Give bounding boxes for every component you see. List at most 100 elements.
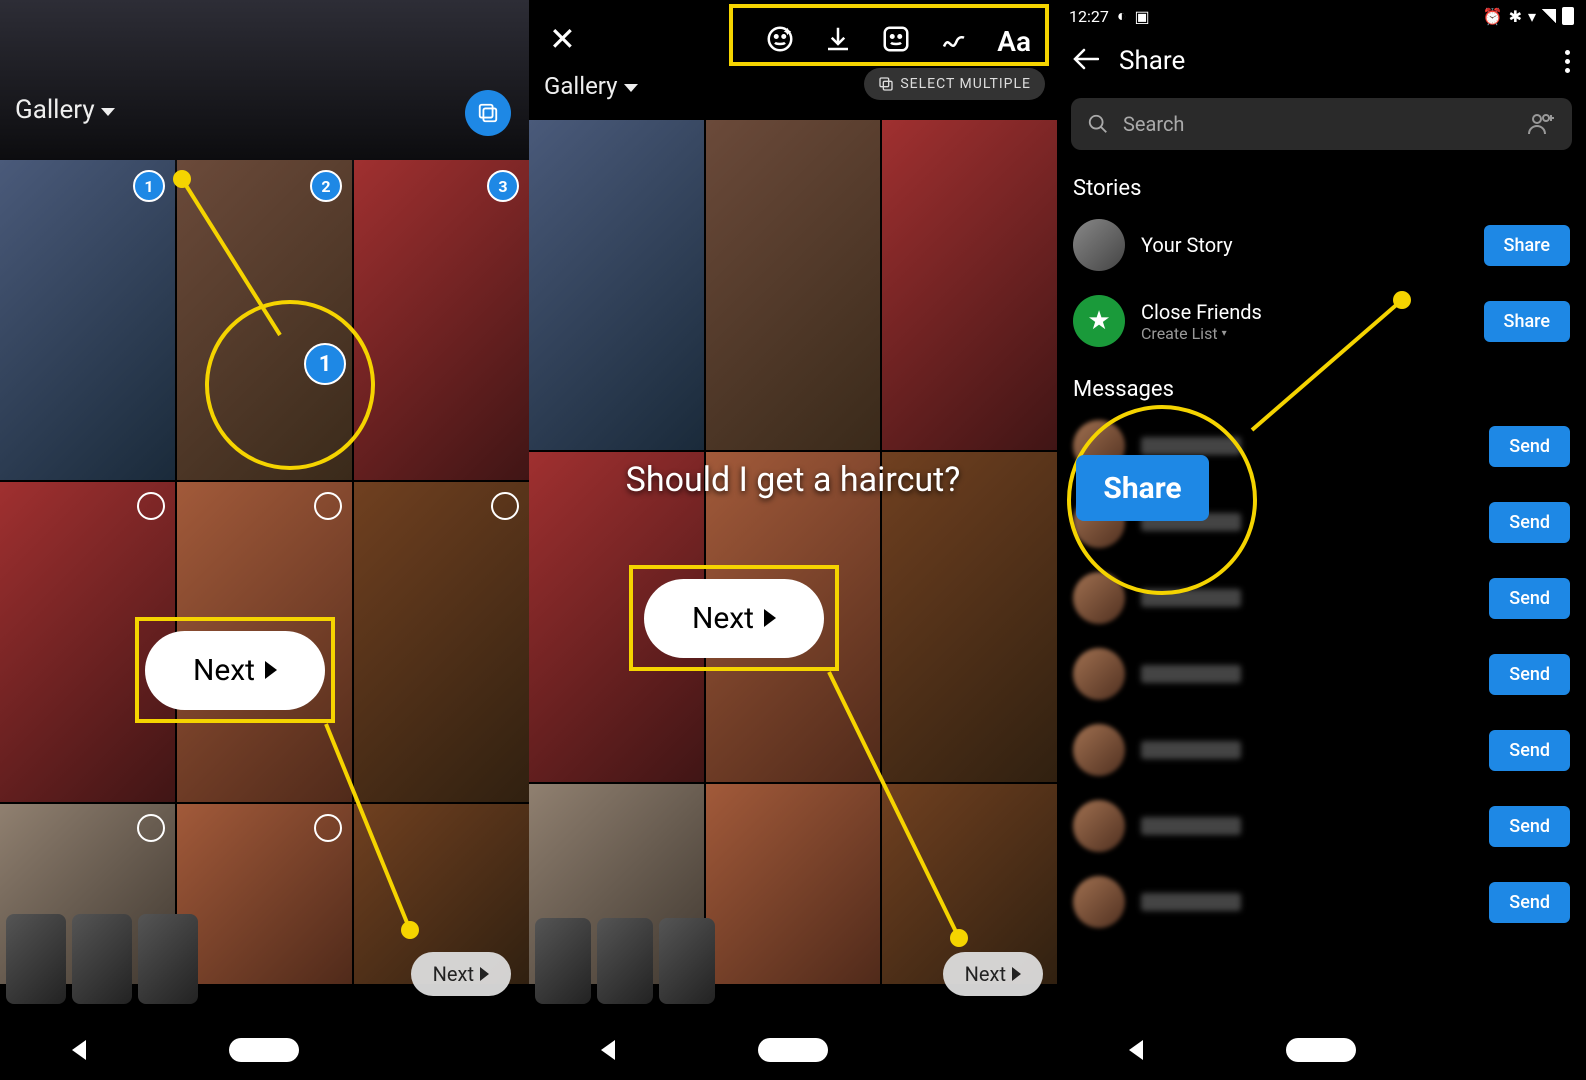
- chevron-right-icon: [480, 967, 489, 981]
- effects-button[interactable]: [765, 24, 795, 58]
- status-time: 12:27: [1069, 7, 1109, 26]
- send-button[interactable]: Send: [1489, 426, 1570, 467]
- add-people-icon[interactable]: [1528, 112, 1556, 136]
- blurred-name: [1141, 893, 1241, 911]
- chevron-down-icon: [101, 108, 115, 116]
- nav-back[interactable]: [1129, 1040, 1143, 1060]
- gallery-thumb[interactable]: [529, 452, 704, 782]
- status-bar: 12:27 ◐ ▣ ⏰ ✱ ▾: [1057, 0, 1586, 32]
- stories-header: Stories: [1057, 158, 1586, 207]
- nav-back[interactable]: [72, 1040, 86, 1060]
- send-button[interactable]: Send: [1489, 806, 1570, 847]
- close-friends-row: ★ Close Friends Create List▾ Share: [1057, 283, 1586, 359]
- message-row: Send: [1057, 788, 1586, 864]
- image-icon: ▣: [1135, 7, 1150, 26]
- avatar: [1073, 572, 1125, 624]
- selection-badge: 3: [487, 170, 519, 202]
- gallery-thumb[interactable]: 3: [354, 160, 529, 480]
- gallery-thumb[interactable]: [706, 452, 881, 782]
- more-button[interactable]: [1565, 50, 1570, 73]
- next-label: Next: [433, 962, 474, 986]
- annotation-badge-zoom: 1: [304, 343, 346, 385]
- blurred-name: [1141, 817, 1241, 835]
- send-button[interactable]: Send: [1489, 578, 1570, 619]
- unselected-circle: [137, 492, 165, 520]
- message-row: Send: [1057, 712, 1586, 788]
- story-caption[interactable]: Should I get a haircut?: [529, 460, 1057, 500]
- title-bar: Share: [1057, 32, 1586, 90]
- avatar: [1073, 876, 1125, 928]
- back-button[interactable]: [1073, 48, 1099, 74]
- share-button-big[interactable]: Share: [1076, 455, 1209, 521]
- send-button[interactable]: Send: [1489, 730, 1570, 771]
- panel-gallery-select: Gallery 1 2 3 Next 1 Next: [0, 0, 529, 1080]
- battery-icon: [1562, 7, 1574, 25]
- multi-select-icon: [477, 102, 499, 124]
- select-multiple-pill[interactable]: SELECT MULTIPLE: [864, 68, 1045, 100]
- selection-badge: 2: [310, 170, 342, 202]
- panel-share: 12:27 ◐ ▣ ⏰ ✱ ▾ Share Search Stories You…: [1057, 0, 1586, 1080]
- gallery-dropdown[interactable]: Gallery: [544, 72, 638, 100]
- gallery-thumb[interactable]: [882, 120, 1057, 450]
- gallery-thumb[interactable]: 2: [177, 160, 352, 480]
- gallery-label: Gallery: [15, 95, 95, 125]
- bluetooth-icon: ✱: [1509, 7, 1522, 26]
- text-button[interactable]: Aa: [997, 25, 1031, 58]
- unselected-circle: [137, 814, 165, 842]
- tray-thumb[interactable]: [138, 914, 198, 1004]
- gallery-thumb[interactable]: [706, 784, 881, 984]
- draw-button[interactable]: [939, 24, 969, 58]
- next-label: Next: [965, 962, 1006, 986]
- gallery-thumb[interactable]: [882, 452, 1057, 782]
- tray-thumb[interactable]: [6, 914, 66, 1004]
- avatar: [1073, 219, 1125, 271]
- messages-header: Messages: [1057, 359, 1586, 408]
- nav-back[interactable]: [601, 1040, 615, 1060]
- editor-toolbar: Aa: [751, 14, 1045, 68]
- next-button-small[interactable]: Next: [411, 952, 511, 996]
- gallery-thumb[interactable]: [177, 804, 352, 984]
- gallery-thumb[interactable]: 1: [0, 160, 175, 480]
- send-button[interactable]: Send: [1489, 882, 1570, 923]
- app-icon: ◐: [1117, 6, 1127, 26]
- send-button[interactable]: Send: [1489, 654, 1570, 695]
- send-button[interactable]: Send: [1489, 502, 1570, 543]
- sticker-button[interactable]: [881, 24, 911, 58]
- gallery-label: Gallery: [544, 72, 618, 100]
- android-nav: [1057, 1020, 1586, 1080]
- tray-thumb[interactable]: [535, 918, 591, 1004]
- android-nav: [529, 1020, 1057, 1080]
- gallery-thumb[interactable]: [706, 120, 881, 450]
- gallery-dropdown[interactable]: Gallery: [15, 95, 115, 125]
- arrow-left-icon: [1073, 48, 1099, 70]
- close-friends-avatar: ★: [1073, 295, 1125, 347]
- select-multiple-button[interactable]: [465, 90, 511, 136]
- tray-thumb[interactable]: [659, 918, 715, 1004]
- blurred-name: [1141, 437, 1241, 455]
- nav-home[interactable]: [758, 1038, 828, 1062]
- create-list-link[interactable]: Create List▾: [1141, 324, 1468, 343]
- signal-icon: [1542, 9, 1556, 23]
- your-story-row: Your Story Share: [1057, 207, 1586, 283]
- close-button[interactable]: ✕: [549, 20, 576, 58]
- share-button[interactable]: Share: [1484, 301, 1570, 342]
- nav-home[interactable]: [229, 1038, 299, 1062]
- search-input[interactable]: Search: [1071, 98, 1572, 150]
- close-icon: ✕: [549, 20, 576, 58]
- gallery-thumb[interactable]: [529, 120, 704, 450]
- chevron-right-icon: [1012, 967, 1021, 981]
- unselected-circle: [314, 814, 342, 842]
- download-button[interactable]: [823, 24, 853, 58]
- gallery-thumb[interactable]: [177, 482, 352, 802]
- tray-thumb[interactable]: [597, 918, 653, 1004]
- next-button-small[interactable]: Next: [943, 952, 1043, 996]
- tray-thumb[interactable]: [72, 914, 132, 1004]
- gallery-thumb[interactable]: [0, 482, 175, 802]
- message-row: Send: [1057, 560, 1586, 636]
- message-row: Send: [1057, 864, 1586, 940]
- nav-home[interactable]: [1286, 1038, 1356, 1062]
- blurred-name: [1141, 589, 1241, 607]
- chevron-down-icon: [624, 84, 638, 92]
- gallery-thumb[interactable]: [354, 482, 529, 802]
- share-button[interactable]: Share: [1484, 225, 1570, 266]
